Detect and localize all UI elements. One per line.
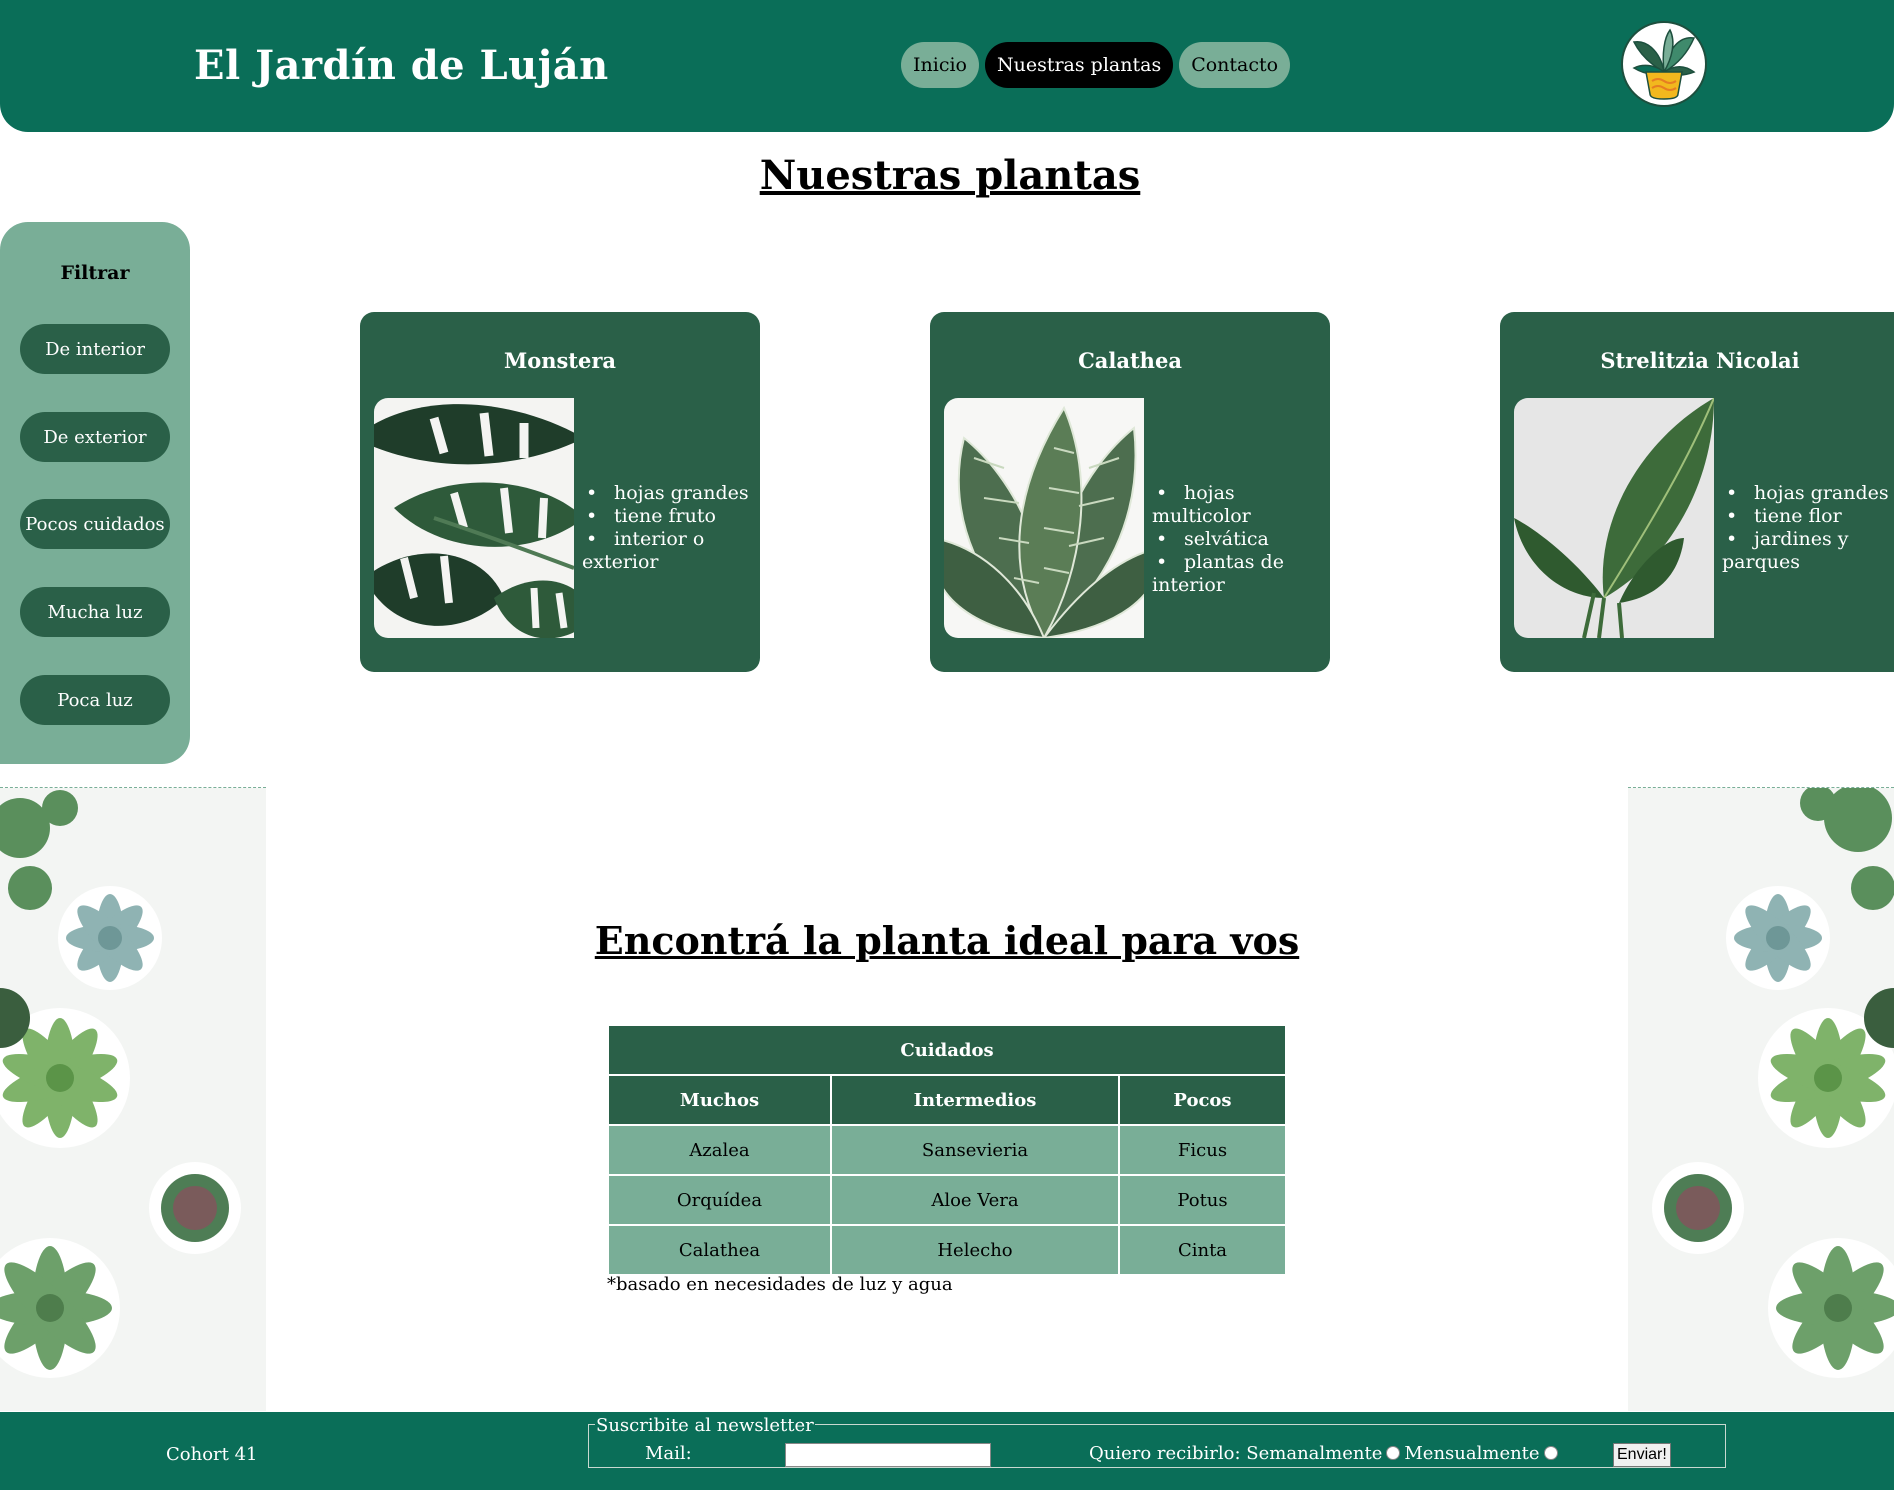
table-cell: Aloe Vera	[830, 1174, 1120, 1226]
table-caption-header: Cuidados	[607, 1024, 1287, 1076]
potted-plant-icon[interactable]	[1620, 20, 1708, 108]
table-row: Calathea Helecho Cinta	[607, 1224, 1287, 1276]
table-cell: Cinta	[1118, 1224, 1287, 1276]
option-semanalmente-label: Semanalmente	[1246, 1443, 1383, 1464]
plant-card-calathea[interactable]: Calathea hojas multicolor selvática plan…	[930, 312, 1330, 672]
filter-poca-luz-button[interactable]: Poca luz	[20, 675, 170, 725]
succulents-decoration-right	[1628, 787, 1894, 1411]
radio-mensualmente[interactable]	[1543, 1445, 1558, 1460]
feature-item: hojas grandes	[582, 482, 760, 505]
nav-contacto[interactable]: Contacto	[1179, 42, 1291, 88]
filter-de-interior-button[interactable]: De interior	[20, 324, 170, 374]
feature-item: plantas de interior	[1152, 551, 1330, 597]
filter-title: Filtrar	[60, 262, 130, 284]
card-features: hojas grandes tiene fruto interior o ext…	[582, 482, 760, 574]
plant-card-monstera[interactable]: Monstera hojas grandes tiene fruto inter…	[360, 312, 760, 672]
page-title: Nuestras plantas	[759, 152, 1141, 199]
nav-nuestras-plantas[interactable]: Nuestras plantas	[984, 42, 1174, 88]
filter-de-exterior-button[interactable]: De exterior	[20, 412, 170, 462]
submit-button[interactable]: Enviar!	[1613, 1443, 1671, 1467]
column-header: Intermedios	[830, 1074, 1120, 1126]
mail-input[interactable]	[785, 1443, 991, 1467]
mail-label: Mail:	[645, 1443, 692, 1464]
table-cell: Helecho	[830, 1224, 1120, 1276]
column-header: Muchos	[607, 1074, 832, 1126]
finder-title: Encontrá la planta ideal para vos	[594, 918, 1300, 963]
card-title: Strelitzia Nicolai	[1600, 348, 1800, 373]
care-table: Cuidados Muchos Intermedios Pocos Azalea…	[607, 1024, 1287, 1276]
frequency-group: Quiero recibirlo: Semanalmente Mensualmen…	[1089, 1443, 1562, 1464]
card-title: Monstera	[503, 348, 617, 373]
newsletter-legend: Suscribite al newsletter	[595, 1415, 815, 1436]
card-features: hojas multicolor selvática plantas de in…	[1152, 482, 1330, 597]
cohort-label: Cohort 41	[166, 1444, 258, 1465]
plant-card-strelitzia-nicolai[interactable]: Strelitzia Nicolai hojas grandes tiene f…	[1500, 312, 1894, 672]
table-cell: Azalea	[607, 1124, 832, 1176]
newsletter-form: Suscribite al newsletter Mail: Quiero re…	[588, 1415, 1726, 1468]
feature-item: tiene flor	[1722, 505, 1894, 528]
table-header-row: Cuidados	[607, 1024, 1287, 1076]
option-mensualmente-label: Mensualmente	[1404, 1443, 1540, 1464]
radio-semanalmente[interactable]	[1386, 1445, 1401, 1460]
nav-inicio[interactable]: Inicio	[901, 42, 979, 88]
table-row: Orquídea Aloe Vera Potus	[607, 1174, 1287, 1226]
filter-sidebar: Filtrar De interior De exterior Pocos cu…	[0, 222, 190, 764]
monstera-leaf-image	[374, 398, 574, 638]
feature-item: hojas grandes	[1722, 482, 1894, 505]
filter-pocos-cuidados-button[interactable]: Pocos cuidados	[20, 499, 170, 549]
feature-item: hojas multicolor	[1152, 482, 1330, 528]
table-header-row: Muchos Intermedios Pocos	[607, 1074, 1287, 1126]
table-cell: Calathea	[607, 1224, 832, 1276]
strelitzia-leaf-image	[1514, 398, 1714, 638]
column-header: Pocos	[1118, 1074, 1287, 1126]
calathea-leaf-image	[944, 398, 1144, 638]
table-cell: Ficus	[1118, 1124, 1287, 1176]
feature-item: tiene fruto	[582, 505, 760, 528]
table-cell: Sansevieria	[830, 1124, 1120, 1176]
table-cell: Potus	[1118, 1174, 1287, 1226]
feature-item: selvática	[1152, 528, 1330, 551]
card-features: hojas grandes tiene flor jardines y parq…	[1722, 482, 1894, 574]
site-header: El Jardín de Luján Inicio Nuestras plant…	[0, 0, 1894, 132]
table-footnote: *basado en necesidades de luz y agua	[607, 1274, 953, 1295]
frequency-label: Quiero recibirlo:	[1089, 1443, 1241, 1464]
filter-mucha-luz-button[interactable]: Mucha luz	[20, 587, 170, 637]
card-title: Calathea	[1078, 348, 1182, 373]
table-row: Azalea Sansevieria Ficus	[607, 1124, 1287, 1176]
table-cell: Orquídea	[607, 1174, 832, 1226]
feature-item: interior o exterior	[582, 528, 760, 574]
feature-item: jardines y parques	[1722, 528, 1894, 574]
site-title: El Jardín de Luján	[194, 42, 609, 89]
main-nav: Inicio Nuestras plantas Contacto	[901, 42, 1291, 88]
site-footer: Cohort 41 Suscribite al newsletter Mail:…	[0, 1412, 1894, 1490]
succulents-decoration-left	[0, 787, 266, 1411]
